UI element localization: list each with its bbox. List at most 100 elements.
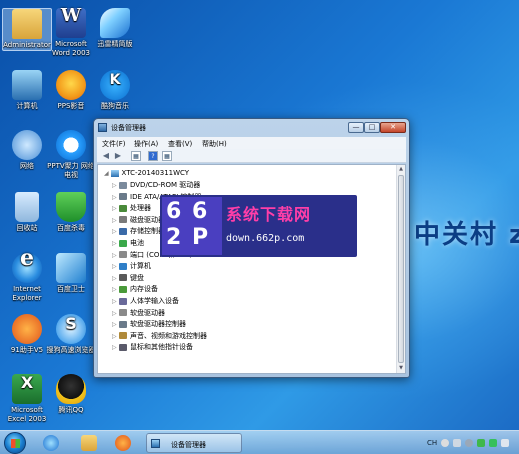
- minimize-button[interactable]: —: [348, 122, 364, 133]
- tree-item-label: 软盘驱动器控制器: [130, 320, 186, 329]
- watermark-title: 系统下载网: [226, 205, 312, 224]
- help-tray-icon[interactable]: [465, 439, 473, 447]
- start-button[interactable]: [4, 432, 26, 454]
- desktop-icon-qq[interactable]: 腾讯QQ: [46, 374, 96, 415]
- tree-item[interactable]: ▷ DVD/CD-ROM 驱动器: [112, 180, 200, 190]
- qq-icon: [56, 374, 86, 404]
- scroll-down-arrow[interactable]: ▼: [397, 364, 405, 373]
- expand-icon[interactable]: ▷: [112, 286, 118, 293]
- device-category-icon: [119, 239, 127, 247]
- tree-item-label: 声音、视频和游戏控制器: [130, 331, 207, 340]
- desktop-icon-sogou-browser[interactable]: 搜狗高速浏览器: [46, 314, 96, 355]
- security-icon[interactable]: [477, 439, 485, 447]
- word-icon: [56, 8, 86, 38]
- show-hidden-icon[interactable]: ▦: [162, 151, 172, 161]
- menu-view[interactable]: 查看(V): [168, 139, 192, 149]
- expand-icon[interactable]: ▷: [112, 321, 118, 328]
- pps-icon: [56, 70, 86, 100]
- title-bar[interactable]: 设备管理器 — □ ✕: [94, 119, 409, 137]
- help-icon[interactable]: ?: [148, 151, 158, 161]
- desktop-icon-label: 百度卫士: [57, 285, 85, 293]
- desktop-icon-administrator[interactable]: Administrator: [2, 8, 52, 51]
- expand-icon[interactable]: ▷: [112, 217, 118, 224]
- tree-item[interactable]: ▷ 键盘: [112, 273, 144, 283]
- menu-file[interactable]: 文件(F): [102, 139, 126, 149]
- tree-item[interactable]: ▷ 计算机: [112, 261, 151, 271]
- scroll-thumb[interactable]: [398, 175, 404, 363]
- expand-icon[interactable]: ▷: [112, 263, 118, 270]
- network-tray-icon[interactable]: [501, 439, 509, 447]
- tree-item[interactable]: ▷ 电池: [112, 238, 144, 248]
- taskbar: 设备管理器 CH: [0, 430, 519, 454]
- tree-item[interactable]: ▷ 声音、视频和游戏控制器: [112, 331, 207, 341]
- baidu-guard-icon: [56, 253, 86, 283]
- watermark-logo: 6 6 2 P: [162, 197, 222, 255]
- tree-item[interactable]: ▷ 内存设备: [112, 284, 158, 294]
- tree-item[interactable]: ▷ 软盘驱动器控制器: [112, 319, 186, 329]
- taskbar-device-manager[interactable]: 设备管理器: [146, 433, 242, 453]
- forward-icon[interactable]: ▶: [113, 151, 123, 161]
- add-icon[interactable]: [489, 439, 497, 447]
- close-button[interactable]: ✕: [380, 122, 406, 133]
- scroll-up-arrow[interactable]: ▲: [397, 165, 405, 174]
- computer-icon: [12, 70, 42, 100]
- back-icon[interactable]: ◀: [101, 151, 111, 161]
- menu-action[interactable]: 操作(A): [134, 139, 158, 149]
- desktop-icon-recycle-bin[interactable]: 回收站: [2, 192, 52, 233]
- tree-item-label: DVD/CD-ROM 驱动器: [130, 181, 201, 189]
- desktop-icon-excel[interactable]: Microsoft Excel 2003: [2, 374, 52, 424]
- desktop-icon-network[interactable]: 网络: [2, 130, 52, 171]
- tree-item[interactable]: ▷ 鼠标和其他指针设备: [112, 342, 193, 352]
- taskbar-media-player[interactable]: [110, 433, 136, 453]
- desktop-icon-pps[interactable]: PPS影音: [46, 70, 96, 111]
- desktop-icon-ie[interactable]: Internet Explorer: [2, 253, 52, 303]
- tree-item[interactable]: ▷ 磁盘驱动器: [112, 215, 165, 225]
- tree-item[interactable]: ▷ 软盘驱动器: [112, 308, 165, 318]
- tree-item[interactable]: ▷ 人体学输入设备: [112, 296, 179, 306]
- device-category-icon: [119, 262, 127, 270]
- expand-icon[interactable]: ▷: [112, 228, 118, 235]
- expand-icon[interactable]: ▷: [112, 275, 118, 282]
- expand-icon[interactable]: ▷: [112, 240, 118, 247]
- desktop-icon-label: PPTV聚力 网络电视: [47, 162, 95, 179]
- desktop-icon-kugou[interactable]: 酷狗音乐: [90, 70, 140, 111]
- tree-item[interactable]: ▷ 存储控制器: [112, 226, 165, 236]
- device-category-icon: [119, 320, 127, 328]
- desktop-icon-baidu-antivirus[interactable]: 百度杀毒: [46, 192, 96, 233]
- desktop-icon-label: 迅雷精简版: [97, 40, 133, 48]
- expand-icon[interactable]: ▷: [112, 298, 118, 305]
- maximize-button[interactable]: □: [364, 122, 380, 133]
- expand-icon[interactable]: ▷: [112, 344, 118, 351]
- tree-item-label: 处理器: [130, 204, 151, 213]
- input-language[interactable]: CH: [427, 439, 437, 447]
- desktop-icon-91-assistant[interactable]: 91助手V5: [2, 314, 52, 355]
- input-method-icon[interactable]: [441, 439, 449, 447]
- desktop-icon-pptv[interactable]: PPTV聚力 网络电视: [46, 130, 96, 180]
- tree-item-label: 计算机: [130, 262, 151, 271]
- device-category-icon: [119, 297, 127, 305]
- taskbar-ie[interactable]: [38, 433, 64, 453]
- menu-help[interactable]: 帮助(H): [202, 139, 227, 149]
- desktop-icon-label: 腾讯QQ: [58, 406, 84, 414]
- properties-icon[interactable]: ▦: [131, 151, 141, 161]
- desktop-icon-baidu-guard[interactable]: 百度卫士: [46, 253, 96, 294]
- expand-icon[interactable]: ▷: [112, 310, 118, 317]
- tree-root[interactable]: ◢ XTC-20140311WCY: [104, 169, 189, 177]
- ie-icon: [43, 435, 59, 451]
- ie-icon: [12, 253, 42, 283]
- desktop-icon-thunder[interactable]: 迅雷精简版: [90, 8, 140, 49]
- expand-icon[interactable]: ▷: [112, 252, 118, 259]
- taskbar-explorer[interactable]: [76, 433, 102, 453]
- vertical-scrollbar[interactable]: ▲ ▼: [396, 165, 405, 373]
- expand-icon[interactable]: ▷: [112, 333, 118, 340]
- tree-item[interactable]: ▷ 处理器: [112, 203, 151, 213]
- logo-char: 6: [192, 199, 208, 224]
- expand-icon[interactable]: ▷: [112, 205, 118, 212]
- keyboard-icon[interactable]: [453, 439, 461, 447]
- expand-icon[interactable]: ▷: [112, 182, 118, 189]
- excel-icon: [12, 374, 42, 404]
- desktop-icon-word[interactable]: Microsoft Word 2003: [46, 8, 96, 58]
- desktop-icon-label: Microsoft Word 2003: [51, 40, 91, 57]
- expand-icon[interactable]: ▷: [112, 194, 118, 201]
- desktop-icon-computer[interactable]: 计算机: [2, 70, 52, 111]
